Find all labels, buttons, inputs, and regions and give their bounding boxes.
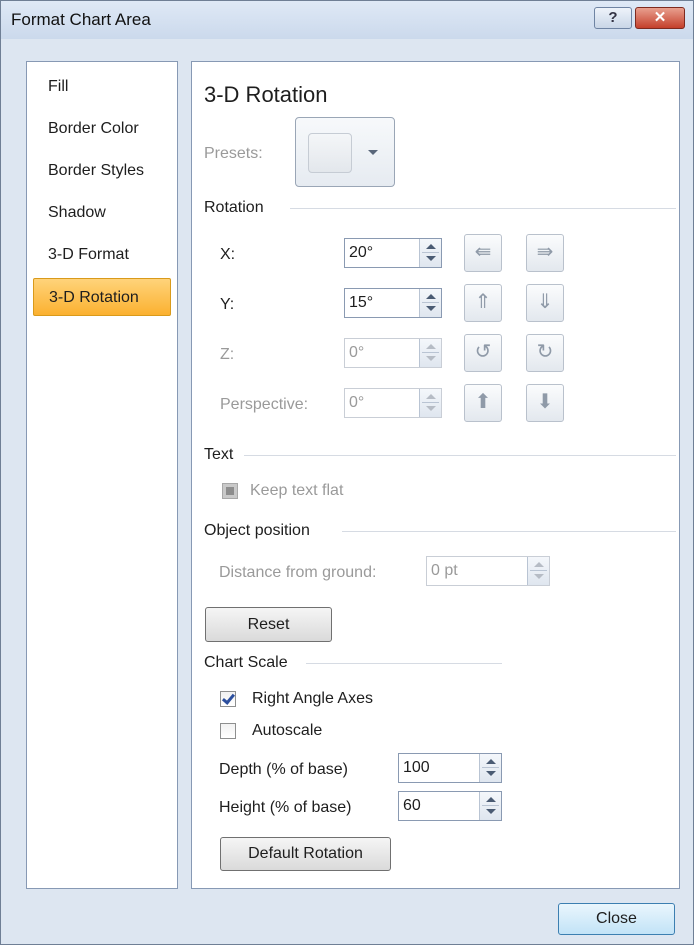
nav-item-label: Shadow [48,204,106,221]
rotate-up-icon: ⇑ [474,291,492,313]
rotate-clockwise-icon: ↻ [536,341,554,363]
keep-text-flat-label: Keep text flat [250,482,344,499]
section-divider [342,531,676,532]
nav-item-label: 3-D Rotation [49,289,139,306]
rotation-section-label: Rotation [204,199,264,216]
distance-spin-arrows[interactable] [527,557,549,585]
widen-perspective-icon: ⬇ [536,391,554,413]
height-label: Height (% of base) [219,799,352,816]
autoscale-label: Autoscale [252,722,323,739]
default-rotation-button[interactable]: Default Rotation [220,837,391,871]
narrow-perspective-button[interactable]: ⬆ [464,384,502,422]
section-divider [244,455,676,456]
section-divider [306,663,502,664]
nav-item-fill[interactable]: Fill [33,68,171,106]
text-section-label: Text [204,446,234,463]
rotate-left-button[interactable]: ⇚ [464,234,502,272]
chart-scale-section-label: Chart Scale [204,654,288,671]
widen-perspective-button[interactable]: ⬇ [526,384,564,422]
rotate-up-button[interactable]: ⇑ [464,284,502,322]
height-spinner[interactable]: 60 [398,791,502,821]
distance-from-ground-spinner[interactable]: 0 pt [426,556,550,586]
z-rotation-value: 0° [349,344,365,361]
rotate-counterclockwise-icon: ↺ [474,341,492,363]
help-icon: ? [608,9,618,26]
reset-button-label: Reset [247,616,290,633]
y-rotation-spinner[interactable]: 15° [344,288,442,318]
depth-spin-arrows[interactable] [479,754,501,782]
close-button[interactable]: Close [558,903,675,935]
chevron-down-icon [368,150,378,155]
rotate-down-icon: ⇓ [536,291,554,313]
dialog-title: Format Chart Area [11,10,151,29]
y-label: Y: [220,296,235,313]
nav-item-border-color[interactable]: Border Color [33,110,171,148]
perspective-spinner[interactable]: 0° [344,388,442,418]
distance-from-ground-value: 0 pt [431,562,458,579]
y-rotation-value: 15° [349,294,374,311]
nav-item-label: Border Styles [48,162,145,179]
x-label: X: [220,246,236,263]
rotate-left-icon: ⇚ [474,241,492,263]
autoscale-checkbox[interactable] [220,723,236,739]
keep-text-flat-checkbox[interactable] [222,483,238,499]
reset-button[interactable]: Reset [205,607,332,642]
y-spin-arrows[interactable] [419,289,441,317]
nav-item-label: Fill [48,78,69,95]
nav-item-shadow[interactable]: Shadow [33,194,171,232]
rotate-right-button[interactable]: ⇛ [526,234,564,272]
presets-dropdown[interactable] [295,117,395,187]
nav-item-border-styles[interactable]: Border Styles [33,152,171,190]
z-spin-arrows[interactable] [419,339,441,367]
close-button-label: Close [596,910,637,927]
preset-thumbnail-icon [308,133,352,173]
perspective-spin-arrows[interactable] [419,389,441,417]
perspective-value: 0° [349,394,365,411]
default-rotation-label: Default Rotation [248,845,363,862]
z-rotation-spinner[interactable]: 0° [344,338,442,368]
height-spin-arrows[interactable] [479,792,501,820]
window-close-button[interactable]: ✕ [635,7,685,29]
x-rotation-spinner[interactable]: 20° [344,238,442,268]
object-position-section-label: Object position [204,522,310,539]
height-value: 60 [403,797,421,814]
presets-label: Presets: [204,145,263,162]
rotate-counterclockwise-button[interactable]: ↺ [464,334,502,372]
depth-label: Depth (% of base) [219,761,348,778]
section-divider [290,208,676,209]
right-angle-axes-checkbox[interactable] [220,691,236,707]
rotate-right-icon: ⇛ [536,241,554,263]
right-angle-axes-label: Right Angle Axes [252,690,373,707]
depth-value: 100 [403,759,430,776]
nav-item-3d-rotation[interactable]: 3-D Rotation [33,278,171,316]
narrow-perspective-icon: ⬆ [474,391,492,413]
category-list: Fill Border Color Border Styles Shadow 3… [26,61,178,889]
nav-item-label: 3-D Format [48,246,129,263]
rotate-clockwise-button[interactable]: ↻ [526,334,564,372]
x-spin-arrows[interactable] [419,239,441,267]
format-chart-area-dialog: Format Chart Area ? ✕ Fill Border Color … [0,0,694,945]
options-panel: 3-D Rotation Presets: Rotation X: 20° ⇚ … [191,61,680,889]
z-label: Z: [220,346,235,363]
depth-spinner[interactable]: 100 [398,753,502,783]
rotate-down-button[interactable]: ⇓ [526,284,564,322]
perspective-label: Perspective: [220,396,309,413]
page-title: 3-D Rotation [204,82,328,107]
x-rotation-value: 20° [349,244,374,261]
nav-item-3d-format[interactable]: 3-D Format [33,236,171,274]
distance-from-ground-label: Distance from ground: [219,564,377,581]
title-bar[interactable]: Format Chart Area ? ✕ [1,1,693,39]
nav-item-label: Border Color [48,120,139,137]
help-button[interactable]: ? [594,7,632,29]
close-icon: ✕ [653,9,667,26]
